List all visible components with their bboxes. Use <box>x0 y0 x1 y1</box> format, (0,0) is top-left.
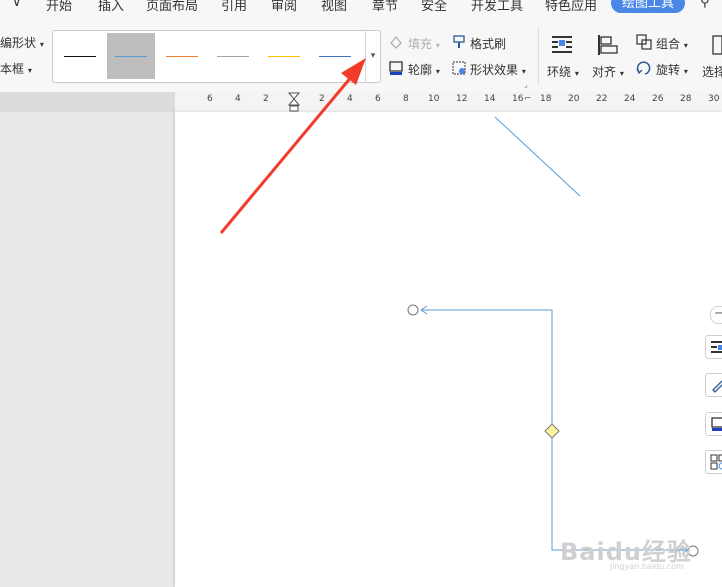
ruler-number: 28 <box>680 94 692 104</box>
document-margin <box>0 112 175 587</box>
line-style-gold[interactable] <box>260 33 308 79</box>
layout-options-icon[interactable] <box>705 335 722 359</box>
ruler-number: 30 <box>708 94 720 104</box>
rotate-button[interactable]: 旋转 ▾ <box>656 61 688 78</box>
rotate-icon <box>636 61 651 75</box>
collapse-tools-icon[interactable]: − <box>710 306 722 324</box>
horizontal-ruler[interactable]: 6 4 2 2 4 6 8 10 12 14 16 18 20 22 24 26 28 30 ⌐ <box>0 92 722 112</box>
ruler-number: 14 <box>484 94 496 104</box>
tab-chapter[interactable]: 章节 <box>372 0 398 14</box>
document-page[interactable] <box>175 112 722 587</box>
ruler-number: 6 <box>375 94 381 104</box>
tab-page-layout[interactable]: 页面布局 <box>146 0 198 14</box>
fill-bucket-icon <box>390 35 402 49</box>
ruler-number: 2 <box>319 94 325 104</box>
tab-insert[interactable]: 插入 <box>98 0 124 14</box>
tab-special-apps[interactable]: 特色应用 <box>545 0 597 14</box>
tab-view[interactable]: 视图 <box>321 0 347 14</box>
line-style-gray[interactable] <box>209 33 257 79</box>
align-icon <box>598 35 618 55</box>
ruler-number: 4 <box>347 94 353 104</box>
ruler-number: 12 <box>456 94 468 104</box>
line-style-orange[interactable] <box>158 33 206 79</box>
tab-review[interactable]: 审阅 <box>271 0 297 14</box>
ruler-number: 24 <box>624 94 636 104</box>
line-style-black[interactable] <box>56 33 104 79</box>
line-style-blue[interactable] <box>107 33 155 79</box>
group-icon <box>636 34 652 50</box>
ruler-number: 2 <box>263 94 269 104</box>
ruler-number: 26 <box>652 94 664 104</box>
tab-stop-marker-icon[interactable]: ⌐ <box>524 94 532 104</box>
shape-style-pen-icon[interactable] <box>705 373 722 397</box>
format-painter-button[interactable]: 格式刷 <box>470 35 506 52</box>
group-button[interactable]: 组合 ▾ <box>656 35 688 52</box>
ruler-number: 22 <box>596 94 608 104</box>
align-button[interactable]: 对齐 ▾ <box>592 63 624 80</box>
line-style-dark-blue[interactable] <box>311 33 359 79</box>
outline-button[interactable]: 轮廓 ▾ <box>408 61 440 78</box>
line-style-gallery: ▾ <box>52 30 381 83</box>
ruler-number: 8 <box>403 94 409 104</box>
ribbon-divider <box>538 28 539 84</box>
ribbon: 编形状 ▾ 本框 ▾ ▾ 填充 ▾ 格式刷 轮廓 ▾ 形状效果 ▾ ⌟ 环绕 ▾… <box>0 14 722 93</box>
select-button[interactable]: 选择 <box>702 63 722 80</box>
gallery-more-icon[interactable]: ▾ <box>365 31 380 82</box>
ruler-number: 20 <box>568 94 580 104</box>
tab-home[interactable]: 开始 <box>46 0 72 14</box>
tab-security[interactable]: 安全 <box>421 0 447 14</box>
outline-style-icon[interactable] <box>705 412 722 436</box>
ruler-number: 6 <box>207 94 213 104</box>
outline-icon <box>389 61 403 75</box>
select-pane-icon <box>712 35 722 55</box>
text-wrap-icon <box>552 36 572 53</box>
ruler-number: 10 <box>428 94 440 104</box>
watermark-url: jingyan.baidu.com <box>610 562 684 571</box>
edit-shape-button[interactable]: 编形状 ▾ <box>0 34 44 51</box>
quick-access-dropdown-icon[interactable]: ∨ <box>12 0 22 10</box>
tab-drawing-tools[interactable]: 绘图工具 <box>611 0 685 13</box>
dialog-launcher-icon[interactable]: ⌟ <box>524 80 528 89</box>
text-box-button[interactable]: 本框 ▾ <box>0 60 32 77</box>
tab-references[interactable]: 引用 <box>221 0 247 14</box>
shape-effect-button[interactable]: 形状效果 ▾ <box>470 61 526 78</box>
ruler-number: 18 <box>540 94 552 104</box>
indent-marker-icon[interactable] <box>288 92 300 112</box>
ruler-number: 16 <box>512 94 524 104</box>
fill-button[interactable]: 填充 ▾ <box>408 35 440 52</box>
ruler-page-area <box>175 92 722 112</box>
search-icon[interactable]: ⚲ <box>700 0 710 10</box>
tab-developer[interactable]: 开发工具 <box>471 0 523 14</box>
ruler-number: 4 <box>235 94 241 104</box>
wrap-button[interactable]: 环绕 ▾ <box>547 63 579 80</box>
more-options-icon[interactable] <box>705 450 722 474</box>
shape-effect-icon <box>452 61 466 75</box>
format-painter-icon <box>453 35 465 48</box>
menu-bar: ∨ 开始 插入 页面布局 引用 审阅 视图 章节 安全 开发工具 特色应用 绘图… <box>0 0 722 14</box>
